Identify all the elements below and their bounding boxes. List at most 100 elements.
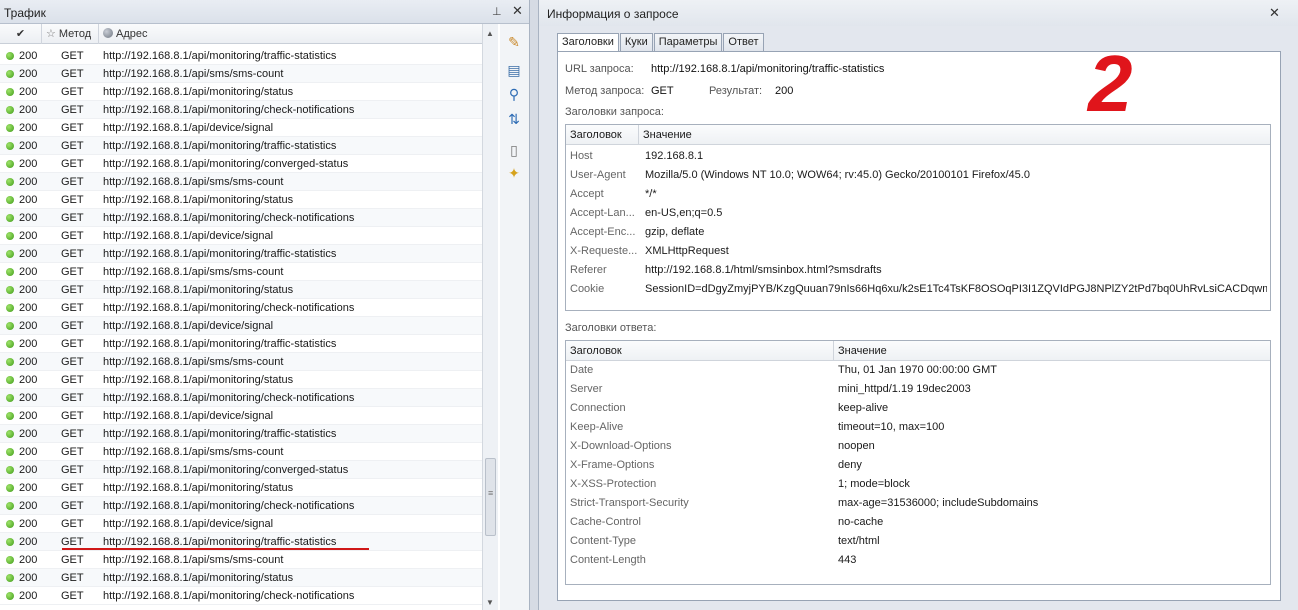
row-method: GET [61, 176, 84, 188]
table-row[interactable]: 200 GET http://192.168.8.1/api/sms/sms-cou… [0, 65, 482, 83]
traffic-scrollbar[interactable]: ▲ ≡ ▼ [482, 24, 498, 610]
request-header-row[interactable]: Accept */* [566, 185, 1270, 204]
header-value: noopen [838, 440, 875, 452]
request-header-row[interactable]: X-Requeste... XMLHttpRequest [566, 242, 1270, 261]
table-row[interactable]: 200 GET http://192.168.8.1/api/monitoring/… [0, 587, 482, 605]
row-status: 200 [19, 410, 38, 422]
row-status: 200 [19, 392, 38, 404]
table-row[interactable]: 200 GET http://192.168.8.1/api/monitoring/… [0, 479, 482, 497]
response-header-row[interactable]: Connection keep-alive [566, 399, 1270, 418]
column-address[interactable]: Адрес [99, 24, 482, 44]
table-row[interactable]: 200 GET http://192.168.8.1/api/device/sign… [0, 119, 482, 137]
column-status[interactable]: ✔ [0, 24, 42, 44]
table-row[interactable]: 200 GET http://192.168.8.1/api/sms/sms-cou… [0, 551, 482, 569]
row-status: 200 [19, 464, 38, 476]
table-row[interactable]: 200 GET http://192.168.8.1/api/monitoring/… [0, 569, 482, 587]
table-row[interactable]: 200 GET http://192.168.8.1/api/monitoring/… [0, 497, 482, 515]
broom-icon[interactable]: ✦ [504, 163, 524, 183]
table-row[interactable]: 200 GET http://192.168.8.1/api/sms/sms-cou… [0, 443, 482, 461]
row-status: 200 [19, 158, 38, 170]
method-label: Метод запроса: [565, 85, 645, 97]
row-method: GET [61, 302, 84, 314]
table-row[interactable]: 200 GET http://192.168.8.1/api/monitoring/… [0, 137, 482, 155]
response-header-row[interactable]: Content-Type text/html [566, 532, 1270, 551]
status-ok-icon [6, 538, 14, 546]
row-url: http://192.168.8.1/api/monitoring/check-… [103, 500, 355, 512]
traffic-table-header: ✔ ☆ Метод Адрес [0, 24, 482, 44]
header-value: max-age=31536000; includeSubdomains [838, 497, 1039, 509]
scroll-down-icon[interactable]: ▼ [486, 598, 494, 607]
search-icon[interactable]: ⚲ [504, 84, 524, 104]
request-header-row[interactable]: Host 192.168.8.1 [566, 147, 1270, 166]
status-ok-icon [6, 70, 14, 78]
column-method[interactable]: ☆ Метод [42, 24, 99, 44]
row-status: 200 [19, 554, 38, 566]
request-header-row[interactable]: Cookie SessionID=dDgyZmyjPYB/KzgQuuan79nI… [566, 280, 1270, 299]
status-ok-icon [6, 178, 14, 186]
row-status: 200 [19, 428, 38, 440]
table-row[interactable]: 200 GET http://192.168.8.1/api/monitoring/… [0, 101, 482, 119]
header-name: X-Frame-Options [570, 459, 655, 471]
close-icon[interactable]: ✕ [1269, 5, 1280, 21]
request-headers-grid-header: Заголовок Значение [566, 125, 1270, 145]
table-row[interactable]: 200 GET http://192.168.8.1/api/monitoring/… [0, 245, 482, 263]
response-header-row[interactable]: Keep-Alive timeout=10, max=100 [566, 418, 1270, 437]
table-row[interactable]: 200 GET http://192.168.8.1/api/device/sign… [0, 515, 482, 533]
edit-icon[interactable]: ✎ [504, 32, 524, 52]
response-header-row[interactable]: Cache-Control no-cache [566, 513, 1270, 532]
table-row[interactable]: 200 GET http://192.168.8.1/api/device/sign… [0, 227, 482, 245]
response-header-row[interactable]: Date Thu, 01 Jan 1970 00:00:00 GMT [566, 361, 1270, 380]
tab-cookies[interactable]: Куки [619, 33, 653, 52]
status-ok-icon [6, 556, 14, 564]
table-row[interactable]: 200 GET http://192.168.8.1/api/monitoring/… [0, 425, 482, 443]
table-row[interactable]: 200 GET http://192.168.8.1/api/monitoring/… [0, 335, 482, 353]
table-row[interactable]: 200 GET http://192.168.8.1/api/monitoring/… [0, 371, 482, 389]
table-row[interactable]: 200 GET http://192.168.8.1/api/monitoring/… [0, 191, 482, 209]
row-status: 200 [19, 248, 38, 260]
row-status: 200 [19, 284, 38, 296]
scroll-up-icon[interactable]: ▲ [486, 29, 494, 38]
table-row[interactable]: 200 GET http://192.168.8.1/api/sms/sms-cou… [0, 353, 482, 371]
response-header-row[interactable]: Content-Length 443 [566, 551, 1270, 570]
request-header-row[interactable]: Referer http://192.168.8.1/html/smsinbox.… [566, 261, 1270, 280]
table-row[interactable]: 200 GET http://192.168.8.1/api/device/sign… [0, 317, 482, 335]
column-address-label: Адрес [116, 28, 148, 40]
response-header-row[interactable]: Strict-Transport-Security max-age=3153600… [566, 494, 1270, 513]
scroll-thumb[interactable]: ≡ [485, 458, 496, 536]
response-header-row[interactable]: X-Frame-Options deny [566, 456, 1270, 475]
row-status: 200 [19, 68, 38, 80]
table-row[interactable]: 200 GET http://192.168.8.1/api/sms/sms-cou… [0, 263, 482, 281]
close-icon[interactable]: ✕ [512, 3, 523, 19]
response-header-row[interactable]: X-Download-Options noopen [566, 437, 1270, 456]
clipboard-icon[interactable]: ▯ [504, 140, 524, 160]
table-row[interactable]: 200 GET http://192.168.8.1/api/device/sign… [0, 407, 482, 425]
tab-params[interactable]: Параметры [653, 33, 723, 52]
row-url: http://192.168.8.1/api/sms/sms-count [103, 266, 284, 278]
sort-icon[interactable]: ⇅ [504, 109, 524, 129]
request-headers-title: Заголовки запроса: [565, 106, 664, 118]
table-row[interactable]: 200 GET http://192.168.8.1/api/monitoring/… [0, 299, 482, 317]
table-row[interactable]: 200 GET http://192.168.8.1/api/monitoring/… [0, 209, 482, 227]
status-ok-icon [6, 52, 14, 60]
request-header-row[interactable]: Accept-Lan... en-US,en;q=0.5 [566, 204, 1270, 223]
request-header-row[interactable]: Accept-Enc... gzip, deflate [566, 223, 1270, 242]
tab-response[interactable]: Ответ [723, 33, 764, 52]
table-row[interactable]: 200 GET http://192.168.8.1/api/monitoring/… [0, 47, 482, 65]
table-row[interactable]: 200 GET http://192.168.8.1/api/monitoring/… [0, 389, 482, 407]
row-url: http://192.168.8.1/api/monitoring/traffi… [103, 50, 337, 62]
response-headers-grid-header: Заголовок Значение [566, 341, 1270, 361]
table-row[interactable]: 200 GET http://192.168.8.1/api/monitoring/… [0, 281, 482, 299]
status-ok-icon [6, 394, 14, 402]
pin-icon[interactable]: ⊥ [492, 5, 502, 18]
tab-headers[interactable]: Заголовки [557, 33, 619, 53]
request-header-row[interactable]: User-Agent Mozilla/5.0 (Windows NT 10.0; … [566, 166, 1270, 185]
table-row[interactable]: 200 GET http://192.168.8.1/api/monitoring/… [0, 461, 482, 479]
table-row[interactable]: 200 GET http://192.168.8.1/api/sms/sms-cou… [0, 173, 482, 191]
response-header-row[interactable]: X-XSS-Protection 1; mode=block [566, 475, 1270, 494]
header-name: Cache-Control [570, 516, 641, 528]
response-header-row[interactable]: Server mini_httpd/1.19 19dec2003 [566, 380, 1270, 399]
row-method: GET [61, 212, 84, 224]
table-row[interactable]: 200 GET http://192.168.8.1/api/monitoring/… [0, 155, 482, 173]
properties-icon[interactable]: ▤ [504, 60, 524, 80]
table-row[interactable]: 200 GET http://192.168.8.1/api/monitoring/… [0, 83, 482, 101]
